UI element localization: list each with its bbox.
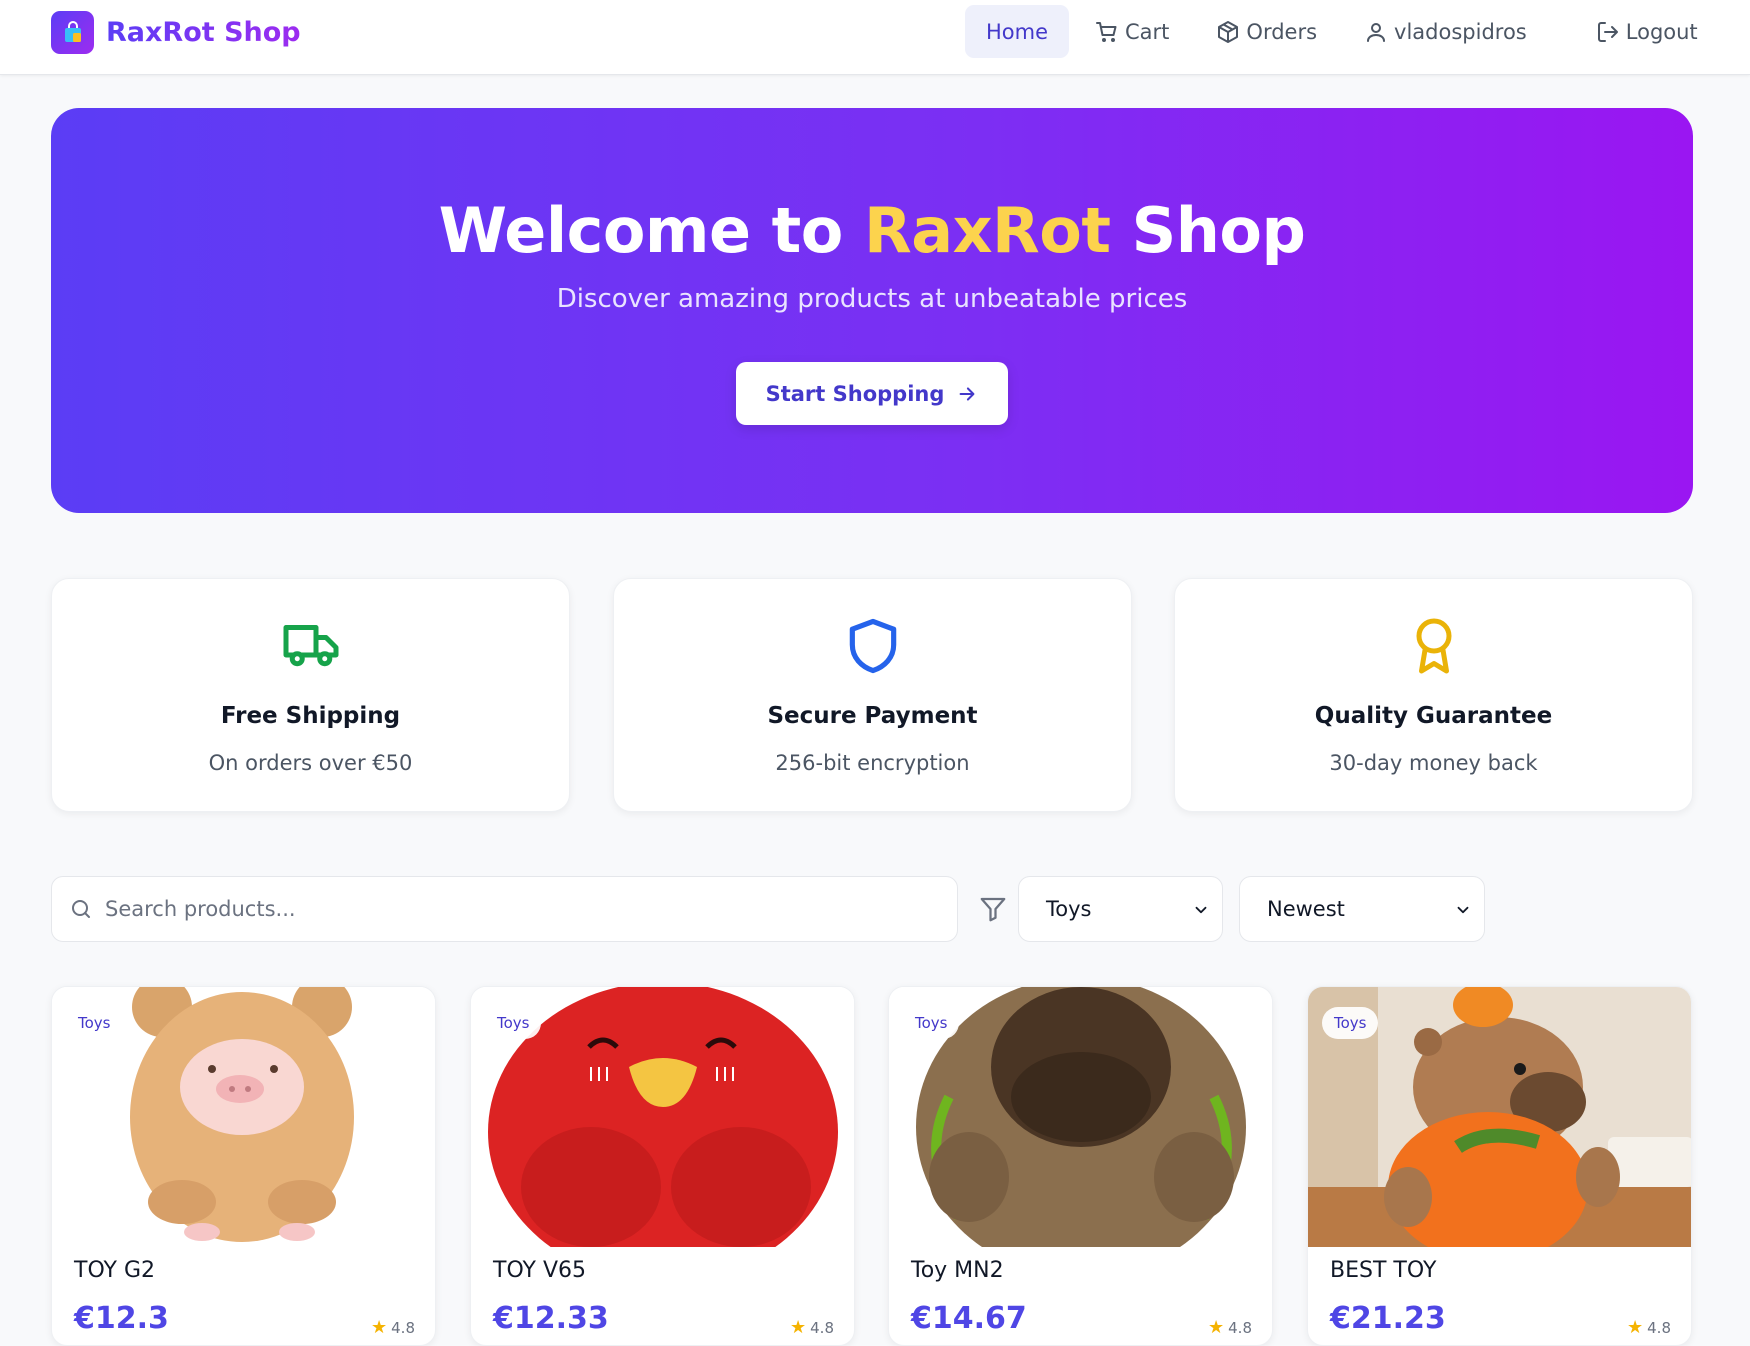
- search-icon: [72, 900, 90, 918]
- brand-name: RaxRot Shop: [106, 17, 301, 48]
- feature-description: On orders over €50: [208, 751, 413, 775]
- category-badge: Toys: [66, 1007, 123, 1039]
- cart-icon: [1096, 21, 1117, 42]
- hero-title-accent: RaxRot: [863, 194, 1111, 267]
- product-name[interactable]: TOY V65: [493, 1258, 586, 1283]
- product-name[interactable]: Toy MN2: [911, 1258, 1004, 1283]
- hero-title-suffix: Shop: [1110, 194, 1306, 267]
- category-select[interactable]: Toys: [1018, 876, 1223, 942]
- shield-icon: [849, 618, 896, 674]
- award-icon: [1416, 618, 1451, 674]
- search-input[interactable]: [105, 897, 925, 921]
- feature-title: Secure Payment: [767, 703, 978, 729]
- feature-title: Free Shipping: [220, 703, 401, 729]
- product-price: €12.33: [493, 1301, 609, 1336]
- product-card[interactable]: Toys Toy MN2 €14.67 ★ 4.8: [888, 986, 1273, 1346]
- star-icon: ★: [790, 1317, 807, 1338]
- search-box: [51, 876, 958, 942]
- product-card[interactable]: Toys BEST TOY €21.23 ★ 4.8: [1307, 986, 1692, 1346]
- nav-user[interactable]: vladospidros: [1343, 5, 1548, 58]
- chevron-down-icon: [1195, 906, 1207, 914]
- feature-card-shipping: Free Shipping On orders over €50: [51, 578, 570, 812]
- feature-card-payment: Secure Payment 256-bit encryption: [613, 578, 1132, 812]
- hero-title: Welcome to RaxRot Shop: [51, 194, 1693, 267]
- product-card[interactable]: Toys TOY V65 €12.33 ★ 4.8: [470, 986, 855, 1346]
- nav-cart[interactable]: Cart: [1074, 5, 1190, 58]
- brand[interactable]: RaxRot Shop: [51, 11, 301, 54]
- filter-icon: [980, 897, 1006, 922]
- category-badge: Toys: [1322, 1007, 1379, 1039]
- product-rating: ★ 4.8: [1208, 1317, 1252, 1338]
- truck-icon: [283, 625, 338, 667]
- rating-value: 4.8: [391, 1318, 415, 1337]
- shopping-bag-icon: [51, 11, 94, 54]
- logout-icon: [1597, 21, 1618, 42]
- feature-title: Quality Guarantee: [1314, 703, 1553, 729]
- product-price: €12.3: [74, 1301, 169, 1336]
- product-rating: ★ 4.8: [371, 1317, 415, 1338]
- nav-orders[interactable]: Orders: [1195, 5, 1338, 58]
- star-icon: ★: [371, 1317, 388, 1338]
- user-icon: [1367, 22, 1386, 42]
- package-icon: [1218, 20, 1239, 43]
- start-shopping-label: Start Shopping: [765, 381, 945, 406]
- product-rating: ★ 4.8: [1627, 1317, 1671, 1338]
- nav-user-label: vladospidros: [1394, 19, 1527, 44]
- product-price: €14.67: [911, 1301, 1027, 1336]
- product-name[interactable]: BEST TOY: [1330, 1258, 1436, 1283]
- nav-logout-label: Logout: [1625, 19, 1698, 44]
- product-card[interactable]: Toys TOY G2 €12.3 ★ 4.8: [51, 986, 436, 1346]
- product-name[interactable]: TOY G2: [74, 1258, 155, 1283]
- main-nav: Home Cart Orders vladospidros Logout: [965, 5, 1724, 58]
- top-navbar: RaxRot Shop Home Cart Orders vladospidro…: [0, 0, 1750, 75]
- nav-orders-label: Orders: [1246, 19, 1318, 44]
- nav-logout[interactable]: Logout: [1575, 5, 1719, 58]
- nav-cart-label: Cart: [1125, 19, 1170, 44]
- sort-select[interactable]: Newest: [1239, 876, 1485, 942]
- hero-banner: Welcome to RaxRot Shop Discover amazing …: [51, 108, 1693, 513]
- product-rating: ★ 4.8: [790, 1317, 834, 1338]
- rating-value: 4.8: [810, 1318, 834, 1337]
- rating-value: 4.8: [1647, 1318, 1671, 1337]
- sort-select-value: Newest: [1267, 897, 1345, 921]
- hero-subtitle: Discover amazing products at unbeatable …: [556, 284, 1188, 314]
- category-select-value: Toys: [1046, 897, 1092, 921]
- nav-home[interactable]: Home: [965, 5, 1070, 58]
- feature-description: 256-bit encryption: [775, 751, 970, 775]
- feature-card-quality: Quality Guarantee 30-day money back: [1174, 578, 1693, 812]
- product-price: €21.23: [1330, 1301, 1446, 1336]
- hero-title-prefix: Welcome to: [438, 194, 864, 267]
- star-icon: ★: [1627, 1317, 1644, 1338]
- category-badge: Toys: [903, 1007, 960, 1039]
- nav-home-label: Home: [986, 19, 1049, 44]
- chevron-down-icon: [1457, 906, 1469, 914]
- category-badge: Toys: [485, 1007, 542, 1039]
- rating-value: 4.8: [1228, 1318, 1252, 1337]
- star-icon: ★: [1208, 1317, 1225, 1338]
- feature-description: 30-day money back: [1329, 751, 1538, 775]
- start-shopping-button[interactable]: Start Shopping: [736, 362, 1008, 425]
- arrow-right-icon: [959, 386, 975, 401]
